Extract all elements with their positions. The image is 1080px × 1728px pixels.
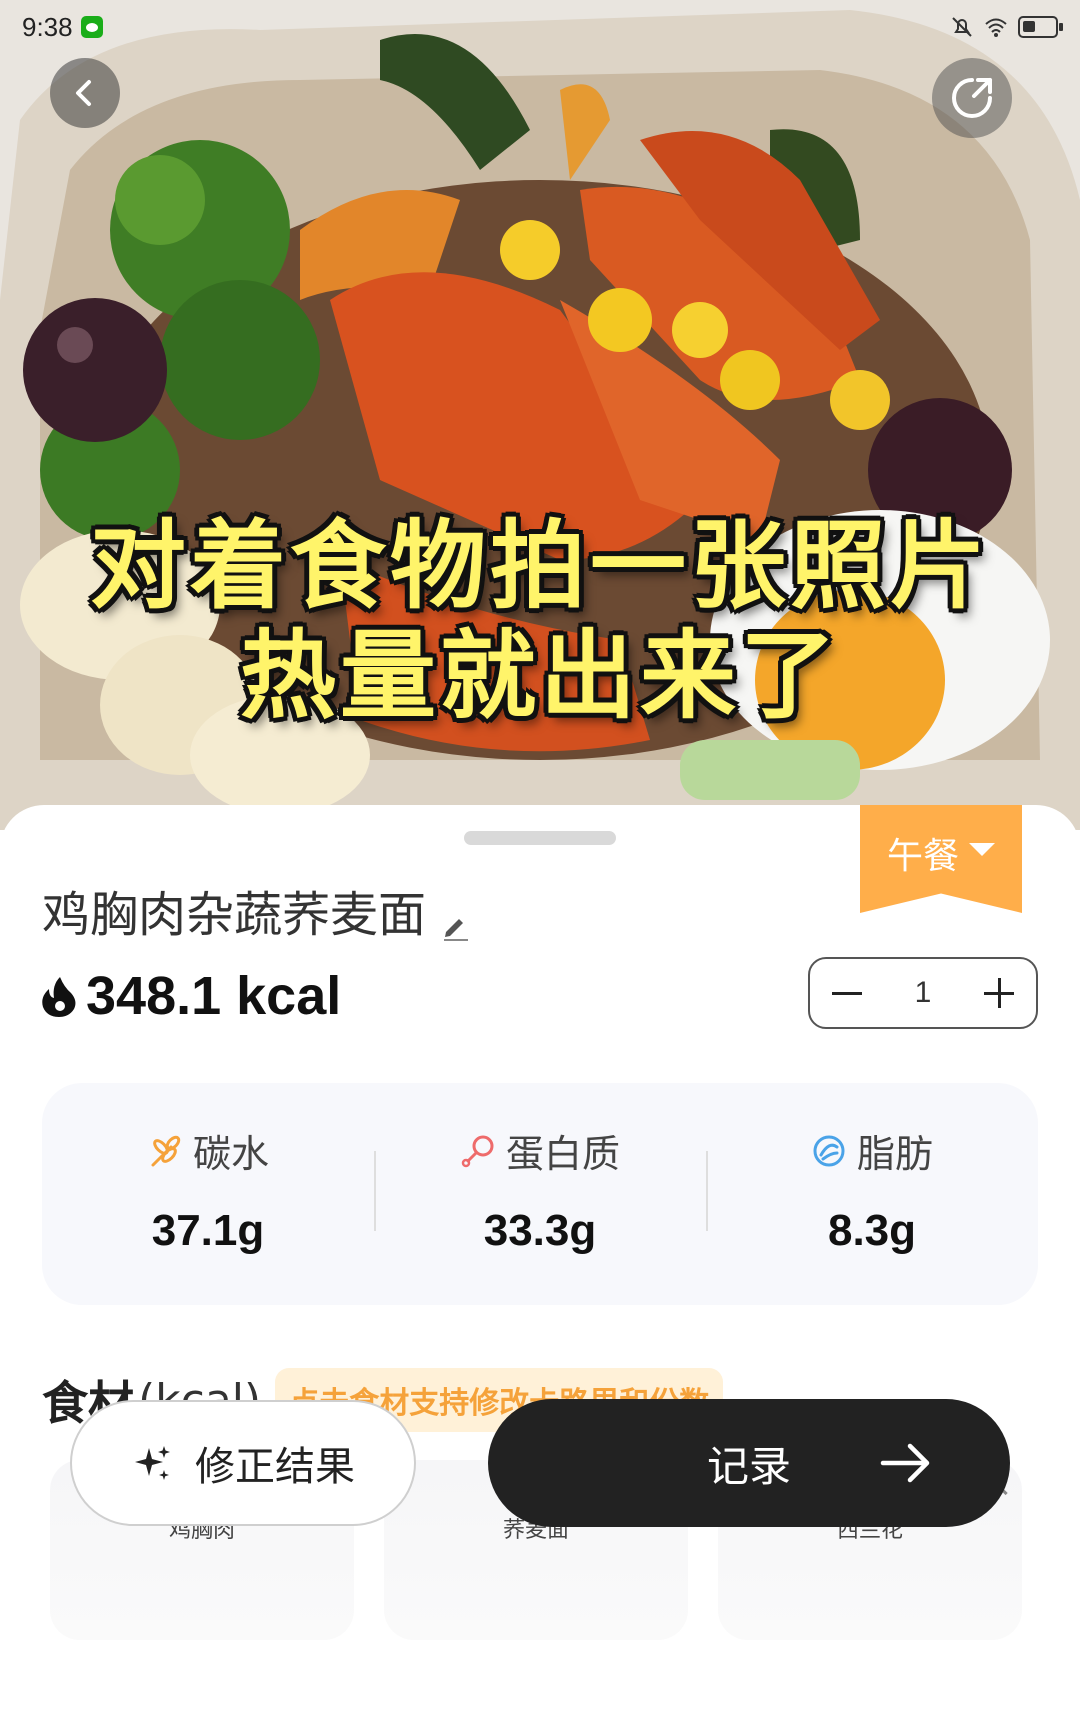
nutrition-summary: 碳水 37.1g 蛋白质 33.3g 脂肪 8.3g: [42, 1083, 1038, 1305]
quantity-stepper: 1: [808, 957, 1038, 1029]
minus-icon[interactable]: [832, 991, 862, 995]
oil-drop-icon: [813, 1135, 845, 1166]
nutrition-value: 8.3g: [827, 1206, 917, 1255]
sheet-drag-handle[interactable]: [464, 831, 616, 845]
chevron-left-icon: [76, 80, 91, 106]
food-title-row: 鸡胸肉杂蔬荞麦面: [42, 875, 470, 945]
nutrition-carbs: 碳水 37.1g: [42, 1083, 374, 1305]
record-label: 记录: [706, 1441, 791, 1491]
drumstick-icon: [461, 1135, 494, 1167]
sparkle-icon: [135, 1446, 170, 1480]
record-button[interactable]: 记录: [488, 1399, 1010, 1527]
edit-pencil-icon[interactable]: [440, 911, 470, 941]
nutrition-label: 碳水: [192, 1132, 269, 1176]
wheat-icon: [151, 1135, 181, 1166]
status-time: 9:38: [22, 11, 73, 42]
correct-result-button[interactable]: 修正结果: [70, 1400, 416, 1526]
arrow-right-icon: [880, 1443, 930, 1483]
nutrition-value: 37.1g: [151, 1206, 265, 1255]
meal-type-label: 午餐: [886, 836, 959, 877]
calorie-row: 348.1 kcal: [40, 965, 341, 1027]
food-name: 鸡胸肉杂蔬荞麦面: [42, 887, 427, 943]
wifi-icon: [985, 18, 1007, 37]
meal-type-selector[interactable]: 午餐: [860, 805, 1022, 913]
wechat-notification-icon: [80, 16, 103, 38]
share-button[interactable]: [932, 58, 1012, 138]
nutrition-value: 33.3g: [483, 1206, 597, 1255]
back-button[interactable]: [50, 58, 120, 128]
quantity-value[interactable]: 1: [915, 976, 932, 1010]
mute-icon: [952, 17, 972, 37]
nutrition-label: 蛋白质: [505, 1132, 620, 1176]
plus-icon[interactable]: [984, 978, 1014, 1008]
correct-result-label: 修正结果: [195, 1444, 355, 1490]
battery-icon: [1018, 16, 1063, 38]
nutrition-label: 脂肪: [856, 1132, 933, 1176]
food-photo: 9:38 对着食物拍一张照片 热量就出来了: [0, 0, 1080, 830]
nutrition-fat: 脂肪 8.3g: [706, 1083, 1038, 1305]
share-icon: [952, 78, 992, 118]
status-bar: 9:38: [0, 0, 1080, 54]
nutrition-protein: 蛋白质 33.3g: [374, 1083, 706, 1305]
overlay-caption-line-2: 热量就出来了: [240, 620, 840, 732]
flame-icon: [42, 977, 76, 1017]
calorie-value: 348.1 kcal: [86, 966, 342, 1026]
result-sheet: 午餐 鸡胸肉杂蔬荞麦面 348.1 kcal 1 碳水 37.1g 蛋白质 33…: [0, 805, 1080, 1728]
caret-down-icon: [969, 843, 995, 856]
